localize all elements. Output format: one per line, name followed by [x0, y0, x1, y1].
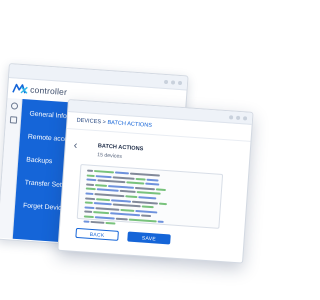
code-token [145, 182, 160, 186]
code-token [115, 217, 128, 221]
code-token [140, 214, 152, 218]
code-token [86, 178, 97, 182]
code-token [85, 197, 96, 200]
code-token [83, 219, 90, 223]
code-token [157, 220, 164, 223]
code-token [84, 201, 93, 205]
code-token [96, 197, 111, 201]
code-token [129, 172, 160, 177]
code-token [135, 177, 146, 181]
code-token [85, 192, 94, 195]
code-token [135, 209, 158, 214]
code-token [119, 190, 136, 194]
code-token [158, 202, 168, 205]
page-title: BATCH ACTIONS [97, 143, 144, 153]
code-token [155, 188, 166, 191]
code-token [97, 179, 126, 184]
close-dot[interactable] [177, 80, 183, 85]
logo-icon [12, 83, 29, 94]
code-token [114, 171, 130, 175]
globe-icon[interactable] [10, 102, 18, 110]
code-token [83, 215, 94, 219]
code-token [95, 174, 112, 178]
code-token [138, 196, 157, 200]
code-token [96, 188, 119, 193]
code-token [125, 195, 138, 199]
code-token [95, 183, 108, 187]
minimize-dot[interactable] [163, 79, 169, 84]
batch-actions-window: DEVICES > BATCH ACTIONS ‹ BATCH ACTIONS … [57, 99, 254, 264]
code-token [94, 193, 125, 198]
code-token [94, 216, 115, 220]
code-token [110, 212, 141, 217]
code-token [105, 221, 116, 225]
code-token [86, 169, 94, 172]
maximize-dot[interactable] [235, 115, 241, 120]
breadcrumb-current: BATCH ACTIONS [107, 119, 153, 129]
code-token [84, 210, 93, 214]
config-code-editor[interactable] [76, 164, 224, 229]
code-token [128, 218, 157, 223]
minimize-dot[interactable] [229, 114, 234, 120]
code-token [112, 203, 141, 208]
device-count: 15 devices [96, 152, 123, 160]
save-button[interactable]: SAVE [127, 231, 171, 245]
code-token [120, 208, 135, 212]
logo-text: controller [29, 84, 68, 98]
code-token [112, 175, 135, 180]
code-token [95, 206, 120, 211]
back-button[interactable]: BACK [75, 227, 119, 241]
chevron-left-icon[interactable]: ‹ [73, 140, 88, 152]
code-token [146, 178, 159, 182]
code-token [131, 200, 159, 205]
breadcrumb-separator: > [102, 119, 107, 126]
code-token [84, 206, 95, 209]
close-dot[interactable] [242, 115, 248, 121]
code-token [111, 198, 132, 203]
gear-icon[interactable] [9, 116, 17, 124]
code-token [136, 191, 161, 196]
breadcrumb-devices[interactable]: DEVICES [76, 118, 101, 126]
code-token [93, 169, 115, 174]
code-token [107, 184, 135, 189]
code-token [93, 202, 112, 206]
code-token [134, 186, 155, 191]
code-token [86, 174, 95, 177]
code-token [141, 205, 154, 209]
code-token [126, 181, 145, 185]
code-token [93, 211, 110, 215]
code-token [90, 220, 105, 224]
maximize-dot[interactable] [170, 79, 176, 85]
code-token [85, 187, 96, 191]
code-token [86, 183, 95, 186]
